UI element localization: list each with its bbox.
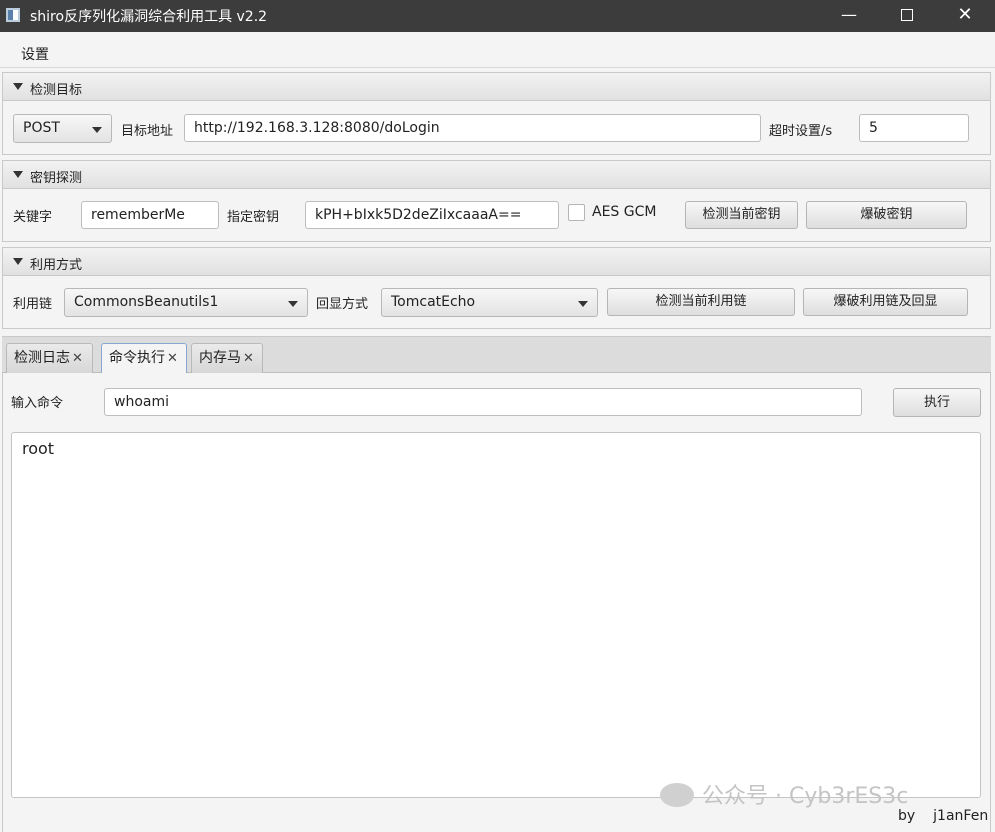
keyword-label: 关键字 (13, 210, 53, 225)
close-icon[interactable]: ✕ (167, 351, 178, 366)
chain-select[interactable]: CommonsBeanutils1 (64, 288, 308, 317)
execute-button[interactable]: 执行 (893, 388, 981, 417)
keyword-input[interactable]: rememberMe (81, 201, 219, 229)
tab-command-exec[interactable]: 命令执行 ✕ (101, 343, 187, 375)
command-input[interactable]: whoami (104, 388, 862, 416)
app-icon (6, 8, 20, 22)
tab-memshell[interactable]: 内存马 ✕ (191, 343, 263, 374)
footer: by j1anFen (898, 808, 988, 824)
maximize-button[interactable] (878, 0, 936, 32)
chevron-down-icon (92, 127, 102, 133)
timeout-input[interactable]: 5 (859, 114, 969, 142)
command-output[interactable]: root (11, 432, 981, 798)
tab-strip: 检测日志 ✕ 命令执行 ✕ 内存马 ✕ (2, 336, 991, 375)
tab-label: 检测日志 (14, 350, 70, 366)
tab-detect-log[interactable]: 检测日志 ✕ (6, 343, 93, 374)
key-panel-header[interactable]: 密钥探测 (3, 161, 990, 189)
aes-gcm-checkbox[interactable] (568, 204, 585, 221)
footer-author: j1anFen (933, 808, 989, 824)
echo-select[interactable]: TomcatEcho (381, 288, 598, 317)
key-panel: 密钥探测 关键字 rememberMe 指定密钥 kPH+bIxk5D2deZi… (2, 160, 991, 242)
target-panel-title: 检测目标 (30, 83, 83, 98)
url-label: 目标地址 (121, 124, 174, 139)
url-input[interactable]: http://192.168.3.128:8080/doLogin (184, 114, 761, 142)
key-input[interactable]: kPH+bIxk5D2deZiIxcaaaA== (305, 201, 559, 229)
aes-gcm-label: AES GCM (592, 204, 657, 220)
method-select[interactable]: POST (13, 114, 112, 143)
watermark-text: 公众号 · Cyb3rES3c (702, 784, 909, 809)
menu-bar: 设置 (0, 32, 995, 68)
echo-label: 回显方式 (316, 297, 369, 312)
watermark: 公众号 · Cyb3rES3c (660, 778, 908, 810)
key-panel-title: 密钥探测 (30, 171, 83, 186)
title-bar: shiro反序列化漏洞综合利用工具 v2.2 — ✕ (0, 0, 995, 32)
footer-by: by (898, 808, 916, 824)
collapse-triangle-icon (13, 258, 23, 265)
chain-label: 利用链 (13, 297, 53, 312)
check-chain-button[interactable]: 检测当前利用链 (607, 288, 795, 316)
chain-value: CommonsBeanutils1 (74, 294, 219, 310)
method-value: POST (23, 120, 60, 136)
window-title: shiro反序列化漏洞综合利用工具 v2.2 (30, 9, 268, 25)
wechat-icon (660, 783, 694, 807)
tab-label: 命令执行 (109, 350, 165, 366)
minimize-button[interactable]: — (820, 0, 878, 32)
exploit-panel-title: 利用方式 (30, 258, 83, 273)
exploit-panel-header[interactable]: 利用方式 (3, 248, 990, 276)
exploit-panel: 利用方式 利用链 CommonsBeanutils1 回显方式 TomcatEc… (2, 247, 991, 329)
check-key-button[interactable]: 检测当前密钥 (685, 201, 798, 229)
timeout-label: 超时设置/s (769, 124, 833, 139)
menu-settings[interactable]: 设置 (21, 44, 49, 64)
close-icon[interactable]: ✕ (243, 351, 254, 366)
tab-label: 内存马 (199, 350, 241, 366)
command-input-label: 输入命令 (11, 396, 64, 411)
brute-key-button[interactable]: 爆破密钥 (806, 201, 967, 229)
close-button[interactable]: ✕ (936, 0, 994, 32)
collapse-triangle-icon (13, 83, 23, 90)
chevron-down-icon (288, 301, 298, 307)
maximize-icon (901, 9, 913, 21)
collapse-triangle-icon (13, 171, 23, 178)
echo-value: TomcatEcho (391, 294, 476, 310)
chevron-down-icon (578, 301, 588, 307)
key-label: 指定密钥 (227, 210, 280, 225)
target-panel-header[interactable]: 检测目标 (3, 73, 990, 101)
close-icon[interactable]: ✕ (72, 351, 83, 366)
brute-chain-button[interactable]: 爆破利用链及回显 (803, 288, 968, 316)
target-panel: 检测目标 POST 目标地址 http://192.168.3.128:8080… (2, 72, 991, 155)
